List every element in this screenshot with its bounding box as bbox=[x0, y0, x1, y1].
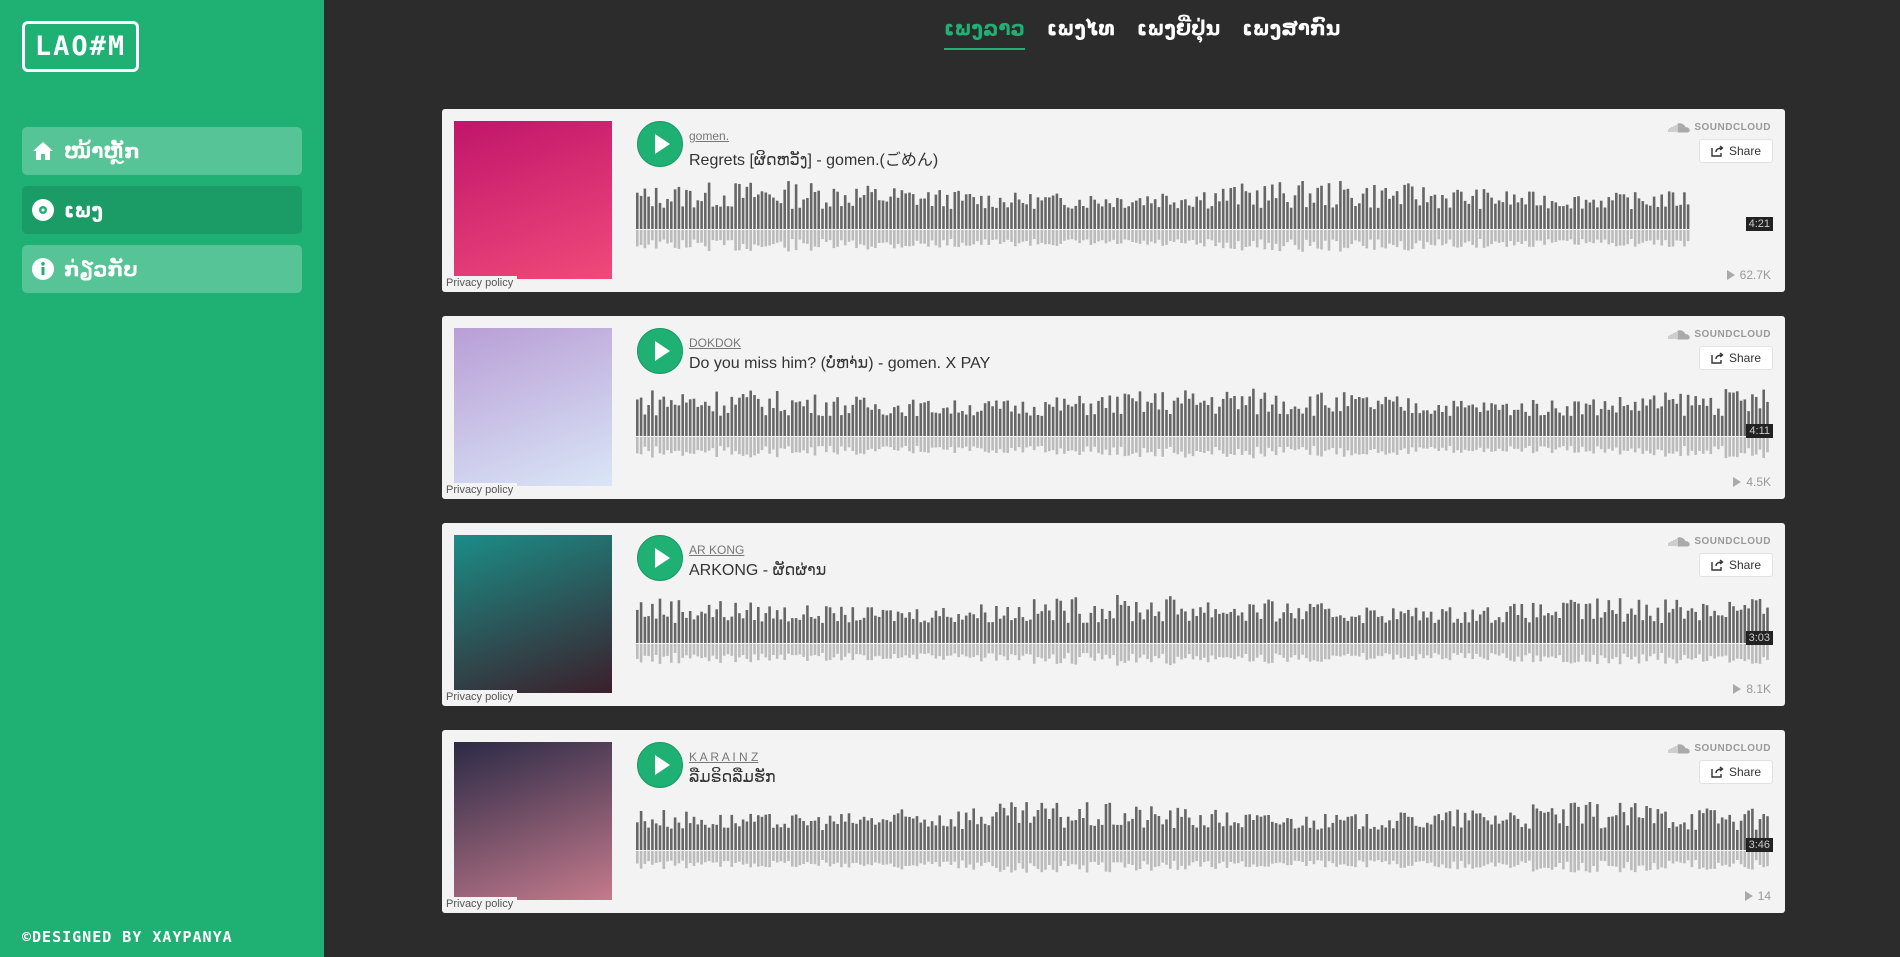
play-count: 8.1K bbox=[1733, 682, 1771, 696]
album-art[interactable] bbox=[454, 121, 612, 279]
sidebar-item-label: ເພງ bbox=[64, 198, 104, 222]
privacy-policy-link[interactable]: Privacy policy bbox=[442, 483, 518, 497]
share-button[interactable]: Share bbox=[1699, 139, 1773, 163]
artist-link[interactable]: K A R A I N Z bbox=[689, 750, 758, 764]
share-button[interactable]: Share bbox=[1699, 346, 1773, 370]
disc-icon bbox=[30, 197, 56, 223]
share-icon bbox=[1711, 145, 1724, 157]
play-button[interactable] bbox=[637, 328, 683, 374]
track-player: Privacy policy gomen. Regrets [ຜິດຫວັງ] … bbox=[442, 109, 1785, 292]
share-label: Share bbox=[1728, 558, 1762, 572]
play-count: 4.5K bbox=[1733, 475, 1771, 489]
category-tabs: ເພງລາວ ເພງໄທ ເພງຍີ່ປຸ່ນ ເພງສາກົນ bbox=[944, 16, 1340, 50]
track-title[interactable]: ARKONG - ຜັດຜ່ານ bbox=[689, 560, 826, 580]
soundcloud-logo[interactable]: SOUNDCLOUD bbox=[1668, 743, 1771, 754]
share-label: Share bbox=[1728, 144, 1762, 158]
artist-link[interactable]: AR KONG bbox=[689, 543, 744, 557]
track-duration: 4:21 bbox=[1745, 217, 1773, 231]
album-art[interactable] bbox=[454, 535, 612, 693]
soundcloud-logo[interactable]: SOUNDCLOUD bbox=[1668, 329, 1771, 340]
soundcloud-label: SOUNDCLOUD bbox=[1694, 743, 1771, 754]
soundcloud-label: SOUNDCLOUD bbox=[1694, 122, 1771, 133]
play-count: 62.7K bbox=[1727, 268, 1771, 282]
sidebar-item-label: ໜ້າຫຼັກ bbox=[64, 139, 140, 163]
play-button[interactable] bbox=[637, 121, 683, 167]
waveform[interactable] bbox=[636, 181, 1772, 253]
sidebar-item-about[interactable]: ກ່ຽວກັບ bbox=[22, 245, 302, 293]
track-title[interactable]: Do you miss him? (ບໍ່ຫາ່ນ) - gomen. X PA… bbox=[689, 353, 990, 373]
share-button[interactable]: Share bbox=[1699, 760, 1773, 784]
track-title[interactable]: ລືມຣິດລືມຮັກ bbox=[689, 767, 776, 787]
sidebar-item-songs[interactable]: ເພງ bbox=[22, 186, 302, 234]
soundcloud-label: SOUNDCLOUD bbox=[1694, 536, 1771, 547]
waveform[interactable] bbox=[636, 595, 1772, 667]
artist-link[interactable]: DOKDOK bbox=[689, 336, 741, 350]
privacy-policy-link[interactable]: Privacy policy bbox=[442, 276, 518, 290]
sidebar-item-label: ກ່ຽວກັບ bbox=[64, 257, 138, 281]
play-button[interactable] bbox=[637, 535, 683, 581]
play-count: 14 bbox=[1745, 889, 1771, 903]
album-art[interactable] bbox=[454, 328, 612, 486]
privacy-policy-link[interactable]: Privacy policy bbox=[442, 690, 518, 704]
share-label: Share bbox=[1728, 351, 1762, 365]
sidebar-item-home[interactable]: ໜ້າຫຼັກ bbox=[22, 127, 302, 175]
tab-international[interactable]: ເພງສາກົນ bbox=[1242, 16, 1340, 50]
site-logo[interactable]: LAO#M bbox=[22, 21, 139, 72]
soundcloud-icon bbox=[1668, 329, 1691, 339]
track-player: Privacy policy AR KONG ARKONG - ຜັດຜ່ານ … bbox=[442, 523, 1785, 706]
soundcloud-icon bbox=[1668, 743, 1691, 753]
tab-lao[interactable]: ເພງລາວ bbox=[944, 16, 1025, 50]
share-label: Share bbox=[1728, 765, 1762, 779]
soundcloud-icon bbox=[1668, 122, 1691, 132]
play-button[interactable] bbox=[637, 742, 683, 788]
tab-thai[interactable]: ເພງໄທ bbox=[1047, 16, 1115, 50]
share-icon bbox=[1711, 766, 1724, 778]
footer-credit: ©DESIGNED BY XAYPANYA bbox=[22, 928, 233, 946]
soundcloud-logo[interactable]: SOUNDCLOUD bbox=[1668, 122, 1771, 133]
privacy-policy-link[interactable]: Privacy policy bbox=[442, 897, 518, 911]
home-icon bbox=[30, 138, 56, 164]
track-player: Privacy policy DOKDOK Do you miss him? (… bbox=[442, 316, 1785, 499]
soundcloud-label: SOUNDCLOUD bbox=[1694, 329, 1771, 340]
info-icon bbox=[30, 256, 56, 282]
artist-link[interactable]: gomen. bbox=[689, 129, 729, 143]
tab-japanese[interactable]: ເພງຍີ່ປຸ່ນ bbox=[1137, 16, 1220, 50]
track-title[interactable]: Regrets [ຜິດຫວັງ] - gomen.(ごめん) bbox=[689, 146, 938, 170]
soundcloud-icon bbox=[1668, 536, 1691, 546]
waveform[interactable] bbox=[636, 388, 1772, 460]
share-icon bbox=[1711, 559, 1724, 571]
album-art[interactable] bbox=[454, 742, 612, 900]
share-button[interactable]: Share bbox=[1699, 553, 1773, 577]
track-player: Privacy policy K A R A I N Z ລືມຣິດລືມຮັ… bbox=[442, 730, 1785, 913]
waveform[interactable] bbox=[636, 802, 1772, 874]
track-duration: 4:11 bbox=[1746, 424, 1773, 438]
track-duration: 3:03 bbox=[1745, 631, 1773, 645]
track-duration: 3:46 bbox=[1745, 838, 1773, 852]
soundcloud-logo[interactable]: SOUNDCLOUD bbox=[1668, 536, 1771, 547]
share-icon bbox=[1711, 352, 1724, 364]
sidebar: LAO#M ໜ້າຫຼັກ ເພງ ກ່ຽວກັບ ©DESIGNED BY X… bbox=[0, 0, 324, 957]
